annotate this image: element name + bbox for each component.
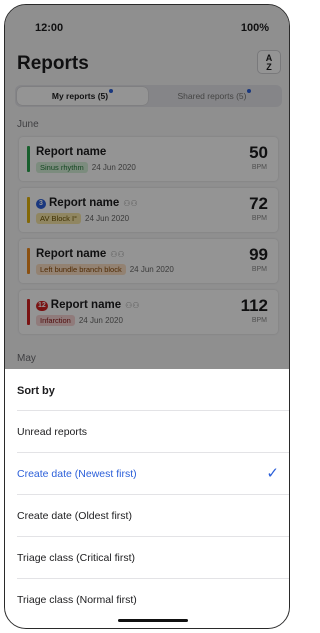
phone-frame: 12:00 100% Reports AZ My reports (5) Sha… xyxy=(4,4,290,629)
option-label: Unread reports xyxy=(17,426,88,438)
sort-option-oldest[interactable]: Create date (Oldest first) xyxy=(17,494,289,536)
option-label: Create date (Oldest first) xyxy=(17,510,132,522)
sheet-title: Sort by xyxy=(17,385,55,397)
sort-option-critical[interactable]: Triage class (Critical first) xyxy=(17,536,289,578)
sort-option-newest[interactable]: Create date (Newest first) ✓ xyxy=(17,452,289,494)
sort-option-unread[interactable]: Unread reports xyxy=(17,410,289,452)
option-label: Create date (Newest first) xyxy=(17,468,137,480)
sort-sheet: Sort by Unread reports Create date (Newe… xyxy=(5,369,289,628)
option-label: Triage class (Critical first) xyxy=(17,552,136,564)
check-icon: ✓ xyxy=(266,465,279,482)
sort-option-normal[interactable]: Triage class (Normal first) xyxy=(17,578,289,620)
home-indicator xyxy=(118,619,188,622)
option-label: Triage class (Normal first) xyxy=(17,594,137,606)
